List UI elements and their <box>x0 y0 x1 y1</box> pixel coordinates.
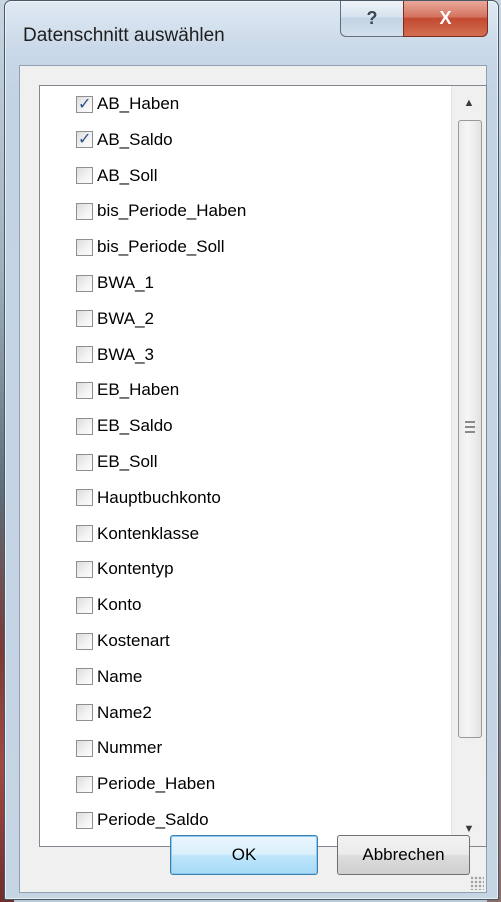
item-list: AB_Haben AB_Saldo AB_Soll bis_Periode_Haben… <box>40 86 452 846</box>
checkbox[interactable] <box>76 346 93 364</box>
list-item[interactable]: Kontenklasse <box>76 519 199 549</box>
checkbox[interactable] <box>76 453 93 471</box>
list-item[interactable]: Kostenart <box>76 626 170 656</box>
checkbox[interactable] <box>76 167 93 185</box>
list-item-label: Name2 <box>97 702 152 722</box>
checkbox-checked[interactable] <box>76 94 93 113</box>
close-button[interactable]: X <box>403 1 488 37</box>
list-item-label: BWA_3 <box>97 344 155 364</box>
checkbox[interactable] <box>76 202 93 220</box>
list-item-label: AB_Soll <box>97 165 158 185</box>
ok-button[interactable]: OK <box>170 835 318 875</box>
list-item-label: bis_Periode_Haben <box>97 201 247 221</box>
checkbox[interactable] <box>76 596 93 614</box>
list-item-label: Kostenart <box>97 631 170 650</box>
title-bar[interactable]: Datenschnitt auswählen ? X <box>5 1 498 65</box>
list-item[interactable]: Konto <box>76 590 141 620</box>
dialog-title: Datenschnitt auswählen <box>23 25 225 46</box>
list-item[interactable]: EB_Saldo <box>76 411 173 441</box>
scroll-up-arrow-icon[interactable]: ▲ <box>452 86 486 120</box>
list-item[interactable]: BWA_2 <box>76 304 154 334</box>
list-item[interactable]: BWA_3 <box>76 340 154 370</box>
list-item-label: AB_Haben <box>97 94 180 113</box>
scrollbar-grip-icon <box>465 421 475 433</box>
list-item-label: EB_Saldo <box>97 416 173 436</box>
checkbox[interactable] <box>76 525 93 543</box>
checkbox[interactable] <box>76 668 93 686</box>
checkbox[interactable] <box>76 274 93 292</box>
dialog-client-area: AB_Haben AB_Saldo AB_Soll bis_Periode_Haben… <box>19 65 487 893</box>
list-item-label: EB_Haben <box>97 380 180 400</box>
scrollbar-thumb[interactable] <box>458 120 482 738</box>
checked-list-box[interactable]: AB_Haben AB_Saldo AB_Soll bis_Periode_Haben… <box>39 85 487 847</box>
checkbox[interactable] <box>76 489 93 507</box>
list-item[interactable]: bis_Periode_Haben <box>76 196 246 226</box>
list-item[interactable]: EB_Soll <box>76 447 157 477</box>
close-icon: X <box>439 8 452 28</box>
list-item[interactable]: Kontentyp <box>76 554 174 584</box>
checkbox[interactable] <box>76 704 93 722</box>
list-item-label: Periode_Saldo <box>97 810 209 829</box>
checkbox[interactable] <box>76 632 93 650</box>
checkbox[interactable] <box>76 775 93 793</box>
list-item-label: BWA_1 <box>97 273 155 292</box>
resize-grip-icon[interactable] <box>470 876 484 890</box>
list-item-label: Nummer <box>97 738 163 758</box>
checkbox[interactable] <box>76 238 93 256</box>
list-item-label: BWA_2 <box>97 308 155 328</box>
checkbox[interactable] <box>76 811 93 829</box>
list-item-label: Name <box>97 666 143 686</box>
list-item[interactable]: Nummer <box>76 733 162 763</box>
list-item-label: Kontentyp <box>97 559 174 579</box>
list-item-label: Periode_Haben <box>97 774 216 794</box>
list-item-label: Kontenklasse <box>97 523 200 543</box>
list-item[interactable]: AB_Saldo <box>76 125 173 155</box>
list-item[interactable]: Name <box>76 662 142 692</box>
list-item[interactable]: Hauptbuchkonto <box>76 483 221 513</box>
list-item[interactable]: EB_Haben <box>76 375 179 405</box>
list-item-label: Konto <box>97 595 142 615</box>
list-item-label: AB_Saldo <box>97 129 173 149</box>
checkbox[interactable] <box>76 739 93 757</box>
help-icon: ? <box>366 8 378 28</box>
list-item[interactable]: Periode_Haben <box>76 769 215 799</box>
cancel-button[interactable]: Abbrechen <box>337 835 470 875</box>
list-item-label: EB_Soll <box>97 452 158 471</box>
list-item-label: bis_Periode_Soll <box>97 237 225 257</box>
list-item[interactable]: AB_Haben <box>76 89 179 119</box>
list-item[interactable]: bis_Periode_Soll <box>76 232 225 262</box>
vertical-scrollbar[interactable]: ▲ ▼ <box>451 86 486 846</box>
checkbox[interactable] <box>76 417 93 435</box>
list-item[interactable]: BWA_1 <box>76 268 154 298</box>
list-item-label: Hauptbuchkonto <box>97 487 221 507</box>
dialog-window: Datenschnitt auswählen ? X AB_Haben AB_Sa… <box>4 0 499 900</box>
checkbox[interactable] <box>76 381 93 399</box>
list-item[interactable]: AB_Soll <box>76 161 157 191</box>
checkbox[interactable] <box>76 560 93 578</box>
list-item[interactable]: Name2 <box>76 698 152 728</box>
list-item[interactable]: Periode_Saldo <box>76 805 209 835</box>
checkbox-checked[interactable] <box>76 129 93 149</box>
checkbox[interactable] <box>76 310 93 328</box>
help-button[interactable]: ? <box>340 1 404 37</box>
